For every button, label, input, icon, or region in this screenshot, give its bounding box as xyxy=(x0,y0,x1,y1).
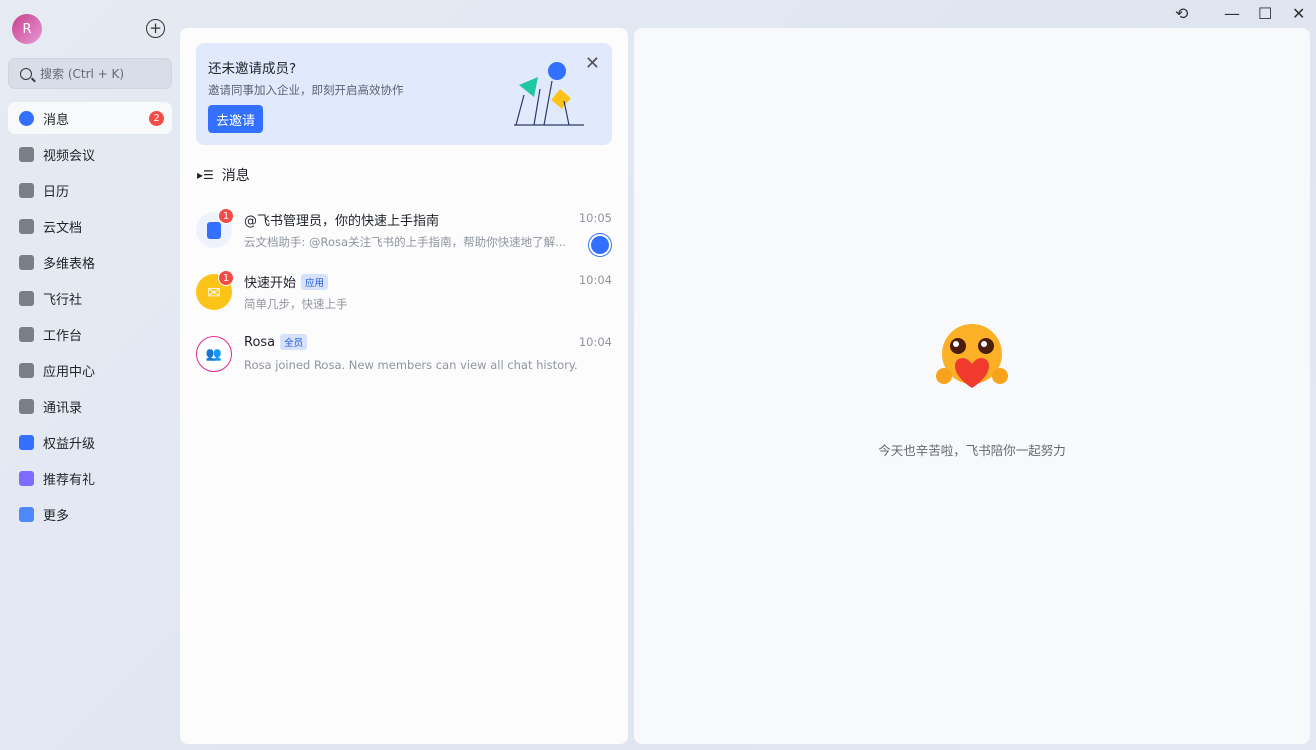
nav-label: 应用中心 xyxy=(43,364,96,380)
chat-time: 10:04 xyxy=(578,335,612,349)
add-icon[interactable]: + xyxy=(146,19,165,38)
nav-label: 权益升级 xyxy=(43,436,96,452)
nav-label: 消息 xyxy=(43,112,70,128)
chat-list-item[interactable]: 1 @飞书管理员，你的快速上手指南 10:05 云文档助手: @Rosa关注飞书的上手… xyxy=(196,208,612,264)
banner-subtitle: 邀请同事加入企业，即刻开启高效协作 xyxy=(208,83,404,97)
nav-item[interactable]: 飞行社 xyxy=(8,282,172,314)
chat-avatar: 👥 xyxy=(196,336,232,372)
nav-item[interactable]: 推荐有礼 xyxy=(8,462,172,494)
doc-icon xyxy=(589,234,611,256)
nav-item[interactable]: 消息 2 xyxy=(8,102,172,134)
empty-state-text: 今天也辛苦啦，飞书陪你一起努力 xyxy=(878,443,1066,458)
chat-title: @飞书管理员，你的快速上手指南 xyxy=(244,214,440,229)
nav-item[interactable]: 通讯录 xyxy=(8,390,172,422)
message-panel: 还未邀请成员? 邀请同事加入企业，即刻开启高效协作 去邀请 ✕ ▸☰ 消息 1 @… xyxy=(180,28,628,744)
nav-item[interactable]: 应用中心 xyxy=(8,354,172,386)
unread-badge: 2 xyxy=(149,110,164,126)
base-icon xyxy=(19,254,34,270)
user-avatar[interactable]: R xyxy=(12,14,42,44)
contacts-icon xyxy=(19,398,34,414)
video-icon xyxy=(19,146,34,162)
minimize-button[interactable]: — xyxy=(1224,4,1240,23)
upgrade-icon xyxy=(19,434,34,450)
nav-label: 视频会议 xyxy=(43,148,96,164)
app-center-icon xyxy=(19,362,34,378)
chat-title: 快速开始 xyxy=(244,276,297,291)
calendar-icon xyxy=(19,182,34,198)
chat-title: Rosa xyxy=(244,334,276,350)
nav-item[interactable]: 权益升级 xyxy=(8,426,172,458)
search-placeholder: 搜索 (Ctrl + K) xyxy=(40,67,125,81)
history-icon[interactable]: ⟲ xyxy=(1175,4,1188,23)
referral-icon xyxy=(19,470,34,486)
search-icon xyxy=(20,67,32,80)
chat-list-item[interactable]: ✉ 1 快速开始 应用 10:04 简单几步，快速上手 xyxy=(196,270,612,326)
chat-icon xyxy=(19,110,34,126)
banner-title: 还未邀请成员? xyxy=(208,61,297,77)
filter-list-icon[interactable]: ▸☰ xyxy=(197,168,214,182)
unread-badge: 1 xyxy=(218,208,234,224)
nav-item[interactable]: 日历 xyxy=(8,174,172,206)
nav-label: 日历 xyxy=(43,184,70,200)
nav-label: 飞行社 xyxy=(43,292,83,308)
nav-item[interactable]: 多维表格 xyxy=(8,246,172,278)
sidebar: R + 搜索 (Ctrl + K) 消息 2 视频会议日历云文档多维表格飞行社工作台… xyxy=(0,0,180,750)
workplace-icon xyxy=(19,326,34,342)
invite-button[interactable]: 去邀请 xyxy=(208,105,264,133)
chat-tag: 应用 xyxy=(301,273,329,290)
nav-item[interactable]: 更多 xyxy=(8,498,172,530)
nav-label: 推荐有礼 xyxy=(43,472,96,488)
nav-label: 云文档 xyxy=(43,220,83,236)
search-input[interactable]: 搜索 (Ctrl + K) xyxy=(8,58,172,89)
empty-content-pane: 今天也辛苦啦，飞书陪你一起努力 xyxy=(634,28,1310,744)
chat-preview: 云文档助手: @Rosa关注飞书的上手指南，帮助你快速地了解... xyxy=(244,235,567,249)
nav-item[interactable]: 视频会议 xyxy=(8,138,172,170)
unread-badge: 1 xyxy=(218,270,234,286)
more-icon xyxy=(19,506,34,522)
nav-label: 多维表格 xyxy=(43,256,96,272)
chat-preview: Rosa joined Rosa. New members can view a… xyxy=(244,358,578,372)
nav-label: 通讯录 xyxy=(43,400,83,416)
docs-icon xyxy=(19,218,34,234)
invite-illustration xyxy=(514,62,584,126)
maximize-button[interactable]: ☐ xyxy=(1258,4,1272,23)
close-window-button[interactable]: ✕ xyxy=(1292,4,1305,23)
chat-time: 10:05 xyxy=(578,211,612,225)
nav-item[interactable]: 工作台 xyxy=(8,318,172,350)
chat-time: 10:04 xyxy=(578,273,612,287)
chat-list-item[interactable]: 👥 Rosa 全员 10:04 Rosa joined Rosa. New member… xyxy=(196,332,612,388)
chat-tag: 全员 xyxy=(280,334,308,350)
community-icon xyxy=(19,290,34,306)
chat-preview: 简单几步，快速上手 xyxy=(244,297,348,311)
nav-item[interactable]: 云文档 xyxy=(8,210,172,242)
messages-header: ▸☰ 消息 xyxy=(197,165,250,185)
nav-list: 消息 2 视频会议日历云文档多维表格飞行社工作台应用中心通讯录权益升级推荐有礼更多 xyxy=(8,102,172,534)
close-icon[interactable]: ✕ xyxy=(585,53,600,74)
nav-label: 更多 xyxy=(43,508,70,524)
nav-label: 工作台 xyxy=(43,328,83,344)
messages-title: 消息 xyxy=(221,168,250,184)
smiley-heart-icon xyxy=(936,324,1008,388)
invite-banner: 还未邀请成员? 邀请同事加入企业，即刻开启高效协作 去邀请 ✕ xyxy=(196,43,612,145)
